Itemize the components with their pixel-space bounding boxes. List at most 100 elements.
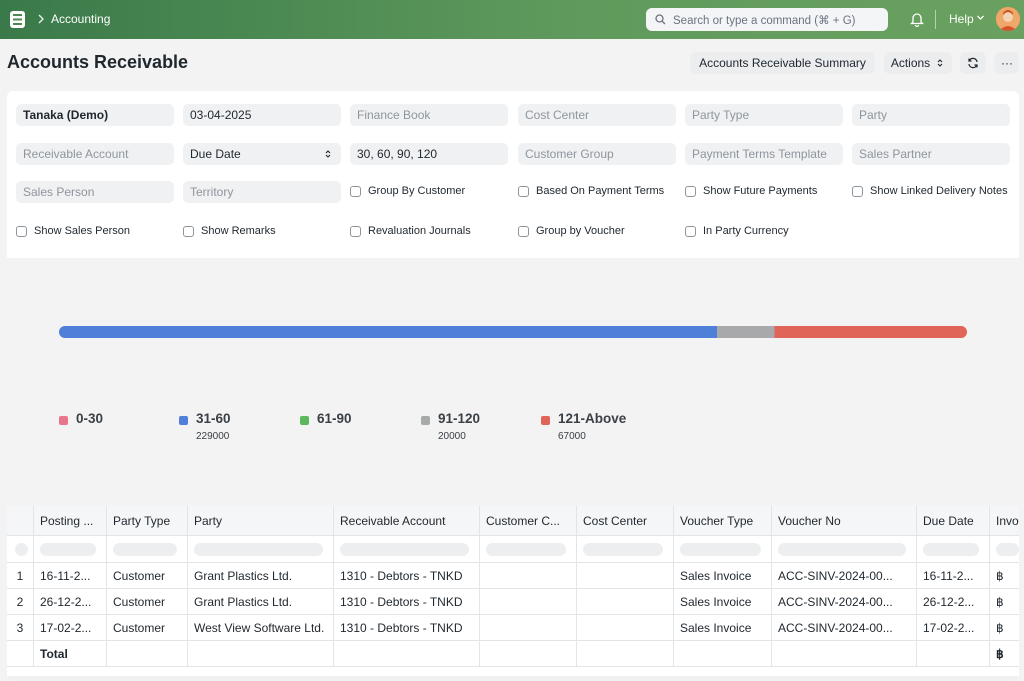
- column-header[interactable]: Invo: [990, 506, 1019, 535]
- sales-person-field[interactable]: Sales Person: [16, 181, 174, 203]
- filter-pill[interactable]: [996, 542, 1019, 556]
- column-header[interactable]: Cost Center: [577, 506, 674, 535]
- checkbox-box[interactable]: [350, 225, 361, 237]
- in-party-currency-checkbox[interactable]: In Party Currency: [685, 225, 789, 237]
- table-cell-customer-c[interactable]: [480, 589, 577, 614]
- table-cell-due-date[interactable]: 17-02-2...: [917, 615, 990, 640]
- filter-pill[interactable]: [923, 542, 979, 556]
- payment-terms-template-field[interactable]: Payment Terms Template: [685, 143, 843, 165]
- table-cell-voucher-type[interactable]: Sales Invoice: [674, 589, 772, 614]
- filter-pill[interactable]: [583, 542, 663, 556]
- column-header[interactable]: Customer C...: [480, 506, 577, 535]
- column-filter-input[interactable]: [674, 536, 772, 562]
- party-field[interactable]: Party: [852, 104, 1010, 126]
- show-remarks-checkbox[interactable]: Show Remarks: [183, 225, 276, 237]
- cost-center-field[interactable]: Cost Center: [518, 104, 676, 126]
- accounts-receivable-summary-button[interactable]: Accounts Receivable Summary: [690, 52, 875, 74]
- bar-segment-91-120[interactable]: [717, 326, 775, 338]
- actions-button[interactable]: Actions: [884, 52, 952, 74]
- table-cell-party-type[interactable]: Customer: [107, 563, 188, 588]
- search-input[interactable]: Search or type a command (⌘ + G): [646, 8, 888, 31]
- table-cell-due-date[interactable]: 16-11-2...: [917, 563, 990, 588]
- column-filter-input[interactable]: [188, 536, 334, 562]
- table-row[interactable]: 3 17-02-2... Customer West View Software Lt…: [7, 615, 1019, 641]
- table-cell-cost-center[interactable]: [577, 563, 674, 588]
- checkbox-box[interactable]: [16, 225, 27, 237]
- column-filter-input[interactable]: [334, 536, 480, 562]
- column-header[interactable]: Due Date: [917, 506, 990, 535]
- customer-group-field[interactable]: Customer Group: [518, 143, 676, 165]
- show-future-payments-checkbox[interactable]: Show Future Payments: [685, 185, 817, 197]
- filter-pill[interactable]: [15, 542, 28, 556]
- based-on-payment-terms-checkbox[interactable]: Based On Payment Terms: [518, 185, 664, 197]
- filter-pill[interactable]: [778, 542, 906, 556]
- filter-pill[interactable]: [486, 542, 566, 556]
- table-cell-party[interactable]: West View Software Ltd.: [188, 615, 334, 640]
- chevron-down-icon[interactable]: [976, 14, 985, 22]
- column-header[interactable]: Voucher Type: [674, 506, 772, 535]
- column-filter-input[interactable]: [577, 536, 674, 562]
- refresh-button[interactable]: [960, 52, 986, 74]
- show-sales-person-checkbox[interactable]: Show Sales Person: [16, 225, 130, 237]
- table-cell-inv[interactable]: ฿: [990, 563, 1019, 588]
- column-filter-input[interactable]: [990, 536, 1019, 562]
- avatar[interactable]: [996, 7, 1020, 31]
- territory-field[interactable]: Territory: [183, 181, 341, 203]
- table-cell-voucher-no[interactable]: ACC-SINV-2024-00...: [772, 563, 917, 588]
- table-cell-customer-c[interactable]: [480, 563, 577, 588]
- column-filter-input[interactable]: [107, 536, 188, 562]
- column-header[interactable]: Receivable Account: [334, 506, 480, 535]
- bar-segment-121-above[interactable]: [774, 326, 967, 338]
- finance-book-field[interactable]: Finance Book: [350, 104, 508, 126]
- table-row[interactable]: 1 16-11-2... Customer Grant Plastics Ltd. 13…: [7, 563, 1019, 589]
- app-logo-icon[interactable]: [10, 11, 25, 28]
- filter-pill[interactable]: [40, 542, 96, 556]
- table-cell-party-type[interactable]: Customer: [107, 589, 188, 614]
- group-by-voucher-checkbox[interactable]: Group by Voucher: [518, 225, 625, 237]
- company-field[interactable]: Tanaka (Demo): [16, 104, 174, 126]
- column-filter-input[interactable]: [772, 536, 917, 562]
- party-type-field[interactable]: Party Type: [685, 104, 843, 126]
- table-cell-posting[interactable]: 26-12-2...: [34, 589, 107, 614]
- filter-pill[interactable]: [680, 542, 761, 556]
- show-linked-delivery-notes-checkbox[interactable]: Show Linked Delivery Notes: [852, 185, 1008, 197]
- checkbox-box[interactable]: [685, 185, 696, 197]
- column-filter-input[interactable]: [480, 536, 577, 562]
- column-header[interactable]: Posting ...: [34, 506, 107, 535]
- table-cell-account[interactable]: 1310 - Debtors - TNKD: [334, 615, 480, 640]
- filter-pill[interactable]: [113, 542, 177, 556]
- table-cell-party-type[interactable]: Customer: [107, 615, 188, 640]
- table-cell-party[interactable]: Grant Plastics Ltd.: [188, 589, 334, 614]
- column-header[interactable]: Party Type: [107, 506, 188, 535]
- checkbox-box[interactable]: [350, 185, 361, 197]
- table-cell-account[interactable]: 1310 - Debtors - TNKD: [334, 563, 480, 588]
- sales-partner-field[interactable]: Sales Partner: [852, 143, 1010, 165]
- column-header[interactable]: Party: [188, 506, 334, 535]
- column-filter-input[interactable]: [917, 536, 990, 562]
- checkbox-box[interactable]: [518, 225, 529, 237]
- breadcrumb-accounting[interactable]: Accounting: [51, 12, 110, 26]
- table-cell-voucher-no[interactable]: ACC-SINV-2024-00...: [772, 615, 917, 640]
- checkbox-box[interactable]: [518, 185, 529, 197]
- table-cell-voucher-type[interactable]: Sales Invoice: [674, 615, 772, 640]
- table-cell-cost-center[interactable]: [577, 589, 674, 614]
- checkbox-box[interactable]: [183, 225, 194, 237]
- receivable-account-field[interactable]: Receivable Account: [16, 143, 174, 165]
- table-cell-customer-c[interactable]: [480, 615, 577, 640]
- report-date-field[interactable]: 03-04-2025: [183, 104, 341, 126]
- help-menu[interactable]: Help: [949, 12, 974, 26]
- table-cell-posting[interactable]: 17-02-2...: [34, 615, 107, 640]
- table-cell-cost-center[interactable]: [577, 615, 674, 640]
- column-header[interactable]: Voucher No: [772, 506, 917, 535]
- bar-segment-31-60[interactable]: [59, 326, 718, 338]
- revaluation-journals-checkbox[interactable]: Revaluation Journals: [350, 225, 471, 237]
- table-cell-party[interactable]: Grant Plastics Ltd.: [188, 563, 334, 588]
- ageing-based-on-select[interactable]: Due Date: [183, 143, 341, 165]
- column-filter-input[interactable]: [34, 536, 107, 562]
- more-options-button[interactable]: ···: [995, 52, 1019, 74]
- table-cell-voucher-type[interactable]: Sales Invoice: [674, 563, 772, 588]
- table-cell-inv[interactable]: ฿: [990, 589, 1019, 614]
- filter-checkbox-cell[interactable]: [7, 536, 34, 562]
- ageing-ranges-field[interactable]: 30, 60, 90, 120: [350, 143, 508, 165]
- filter-pill[interactable]: [340, 542, 469, 556]
